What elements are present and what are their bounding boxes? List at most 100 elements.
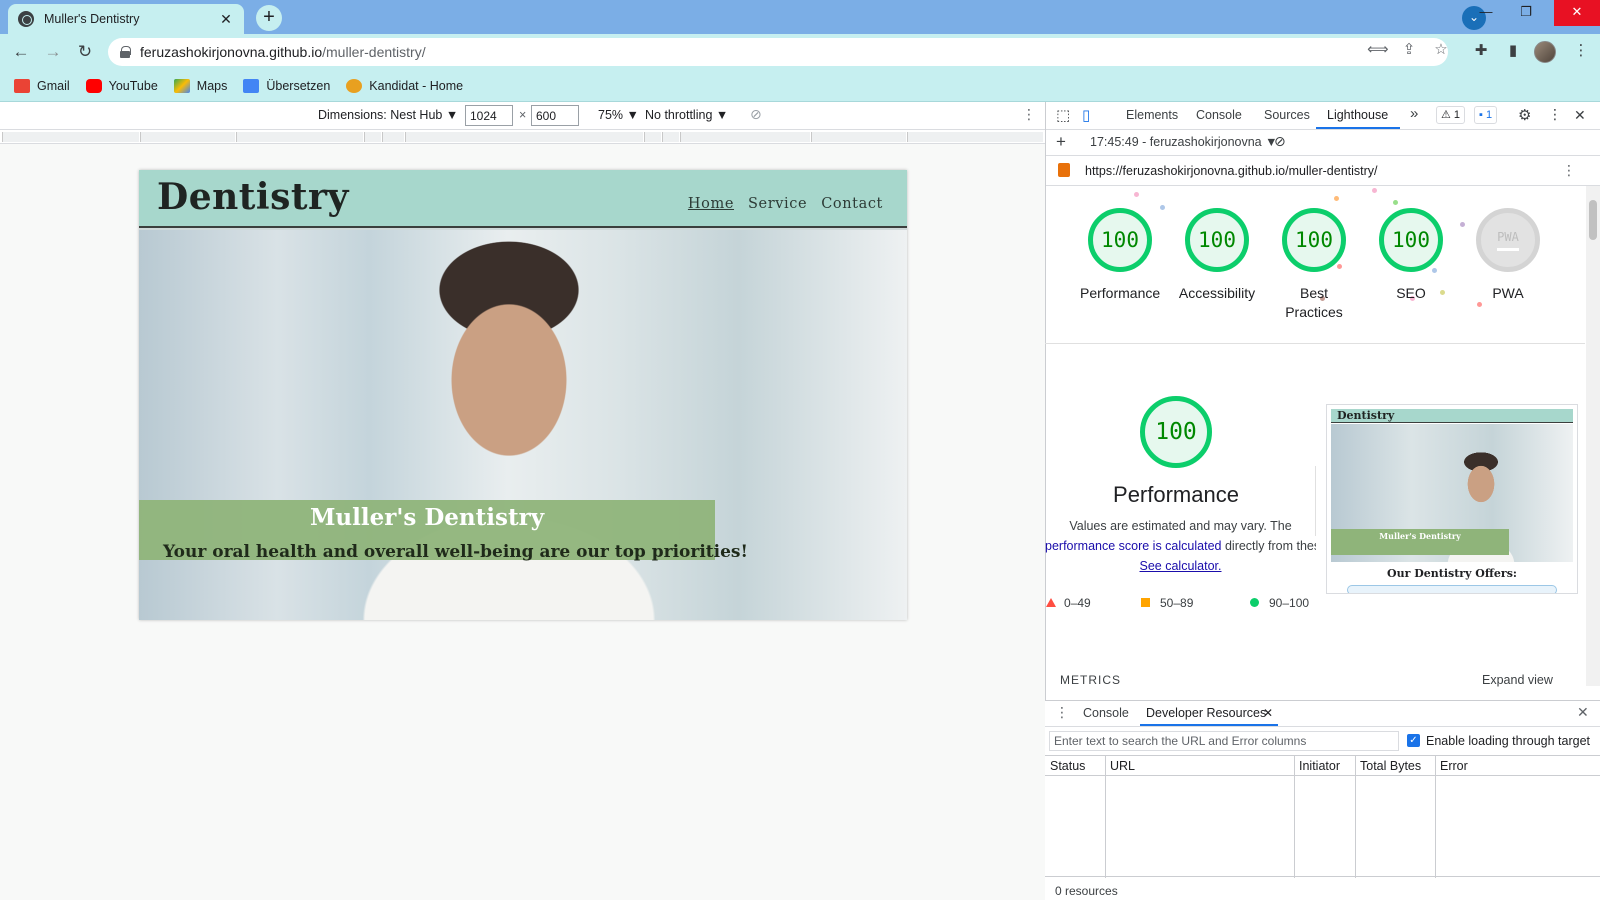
gauge-accessibility[interactable]: 100 Accessibility [1177, 208, 1257, 303]
enable-loading-label[interactable]: Enable loading through target [1426, 734, 1590, 748]
lock-icon[interactable] [120, 46, 131, 58]
performance-score-ring: 100 [1140, 396, 1212, 468]
thumb-divider [1315, 466, 1316, 536]
legend-pass: 90–100 [1250, 596, 1309, 610]
close-drawer-tab-icon[interactable]: ✕ [1263, 706, 1273, 720]
drawer-menu-icon[interactable]: ⋮ [1055, 704, 1069, 721]
clear-reports-icon[interactable]: ⊘ [1274, 133, 1286, 150]
gmail-icon [14, 78, 30, 93]
device-width-input[interactable] [465, 105, 513, 126]
restore-icon[interactable]: ❐ [1506, 0, 1546, 26]
new-tab-button[interactable]: + [256, 5, 282, 31]
report-url[interactable]: https://feruzashokirjonovna.github.io/mu… [1085, 164, 1378, 178]
address-toolbar: ← → ↻ feruzashokirjonovna.github.io/mull… [0, 34, 1600, 70]
tab-lighthouse[interactable]: Lighthouse [1327, 108, 1388, 122]
maps-icon [173, 78, 190, 93]
address-bar[interactable]: feruzashokirjonovna.github.io/muller-den… [108, 38, 1448, 66]
reload-icon[interactable]: ↻ [73, 40, 97, 64]
device-dimensions-select[interactable]: Dimensions: Nest Hub ▼ [318, 108, 458, 122]
url-text[interactable]: feruzashokirjonovna.github.io/muller-den… [140, 44, 426, 60]
gauge-performance[interactable]: 100 Performance [1080, 208, 1160, 303]
close-tab-icon[interactable]: ✕ [218, 11, 234, 28]
throttling-select[interactable]: No throttling ▼ [645, 108, 728, 122]
gauge-label: Best Practices [1285, 285, 1343, 320]
desc-line-3: See calculator. [1045, 556, 1316, 576]
report-menu-icon[interactable]: ⋮ [1562, 162, 1576, 179]
bookmark-gmail[interactable]: Gmail [14, 78, 70, 93]
nav-contact-link[interactable]: Contact [821, 196, 883, 212]
drawer-close-icon[interactable]: ✕ [1577, 704, 1589, 721]
device-toggle-icon[interactable]: ▯ [1082, 106, 1090, 124]
new-report-plus-icon[interactable]: + [1056, 132, 1066, 152]
back-arrow-icon[interactable]: ← [9, 40, 33, 64]
browser-tab[interactable]: Muller's Dentistry ✕ [8, 4, 244, 34]
gauge-pwa[interactable]: PWA PWA [1468, 208, 1548, 303]
media-query-ruler[interactable] [0, 130, 1045, 144]
thumb-offers-heading: Our Dentistry Offers: [1387, 567, 1517, 580]
extensions-puzzle-icon[interactable]: ✚ [1470, 40, 1492, 62]
checkbox-checked-icon[interactable]: ✓ [1407, 734, 1420, 747]
device-more-options-icon[interactable]: ⋮ [1022, 106, 1036, 123]
forward-arrow-icon[interactable]: → [41, 40, 65, 64]
hero-subtitle: Your oral health and overall well-being … [163, 542, 748, 562]
final-screenshot-thumbnail[interactable]: Dentistry Muller's Dentistry Our Dentist… [1326, 404, 1578, 594]
devtools-menu-icon[interactable]: ⋮ [1548, 106, 1562, 123]
zoom-select[interactable]: 75% ▼ [598, 108, 639, 122]
nav-home-link[interactable]: Home [688, 196, 734, 212]
legend-range: 50–89 [1160, 596, 1194, 610]
bookmark-kandidat[interactable]: Kandidat - Home [346, 78, 463, 93]
tab-console[interactable]: Console [1196, 108, 1242, 122]
column-header-total-bytes[interactable]: Total Bytes [1355, 756, 1435, 776]
column-header-status[interactable]: Status [1045, 756, 1105, 776]
score-calculated-link[interactable]: performance score is calculated [1045, 539, 1221, 553]
url-path: /muller-dentistry/ [322, 44, 426, 60]
resources-filter-row: ✓ Enable loading through target [1045, 727, 1600, 755]
gauge-best-practices[interactable]: 100 Best Practices [1274, 208, 1354, 322]
performance-heading: Performance [1113, 482, 1239, 507]
resources-count: 0 resources [1055, 884, 1118, 898]
tab-elements[interactable]: Elements [1126, 108, 1178, 122]
more-tabs-icon[interactable]: » [1410, 105, 1418, 122]
column-header-initiator[interactable]: Initiator [1294, 756, 1355, 776]
tab-sources[interactable]: Sources [1264, 108, 1310, 122]
settings-gear-icon[interactable]: ⚙ [1518, 106, 1531, 124]
profile-avatar[interactable] [1534, 41, 1556, 63]
device-height-input[interactable] [531, 105, 579, 126]
bookmark-label: Maps [196, 78, 228, 93]
window-close-icon[interactable]: ✕ [1554, 0, 1600, 26]
resources-search-input[interactable] [1049, 731, 1399, 751]
nav-service-link[interactable]: Service [748, 196, 807, 212]
translate-icon[interactable]: ⟺ [1367, 40, 1389, 60]
drawer-tab-developer-resources[interactable]: Developer Resources [1146, 706, 1266, 720]
hero-title: Muller's Dentistry [309, 504, 545, 531]
bookmark-translate[interactable]: Übersetzen [243, 78, 330, 93]
share-icon[interactable]: ⇪ [1399, 40, 1419, 60]
lighthouse-scrollbar[interactable] [1586, 186, 1600, 686]
active-tab-indicator [1316, 127, 1400, 129]
drawer-tab-console[interactable]: Console [1083, 706, 1129, 720]
bookmark-maps[interactable]: Maps [173, 78, 228, 93]
bookmark-youtube[interactable]: YouTube [85, 78, 158, 93]
report-selector[interactable]: 17:45:49 - feruzashokirjonovna ▼ [1090, 135, 1277, 149]
warnings-badge[interactable]: ⚠ 1 [1436, 106, 1466, 124]
bookmark-star-icon[interactable]: ☆ [1431, 40, 1451, 60]
side-panel-icon[interactable]: ▮ [1502, 40, 1524, 62]
expand-view-toggle[interactable]: Expand view [1482, 673, 1553, 687]
column-header-error[interactable]: Error [1435, 756, 1600, 776]
messages-badge[interactable]: ▪ 1 [1474, 106, 1498, 124]
see-calculator-link[interactable]: See calculator. [1140, 559, 1222, 573]
minimize-icon[interactable]: — [1466, 0, 1506, 26]
rotate-disabled-icon[interactable]: ⊘ [750, 106, 762, 123]
chrome-menu-icon[interactable]: ⋮ [1570, 40, 1592, 62]
devtools-close-icon[interactable]: ✕ [1574, 107, 1586, 124]
inspect-element-icon[interactable]: ⬚ [1056, 106, 1070, 124]
legend-fail: 0–49 [1046, 596, 1091, 610]
gauge-seo[interactable]: 100 SEO [1371, 208, 1451, 303]
site-logo[interactable]: Dentistry [157, 176, 349, 218]
scrollbar-thumb[interactable] [1589, 200, 1597, 240]
resources-table: Status URL Initiator Total Bytes Error [1045, 755, 1600, 878]
column-header-url[interactable]: URL [1105, 756, 1294, 776]
score-ring: 100 [1379, 208, 1443, 272]
messages-count: 1 [1485, 109, 1493, 121]
lighthouse-report-bar: + 17:45:49 - feruzashokirjonovna ▼ ⊘ [1046, 130, 1600, 156]
